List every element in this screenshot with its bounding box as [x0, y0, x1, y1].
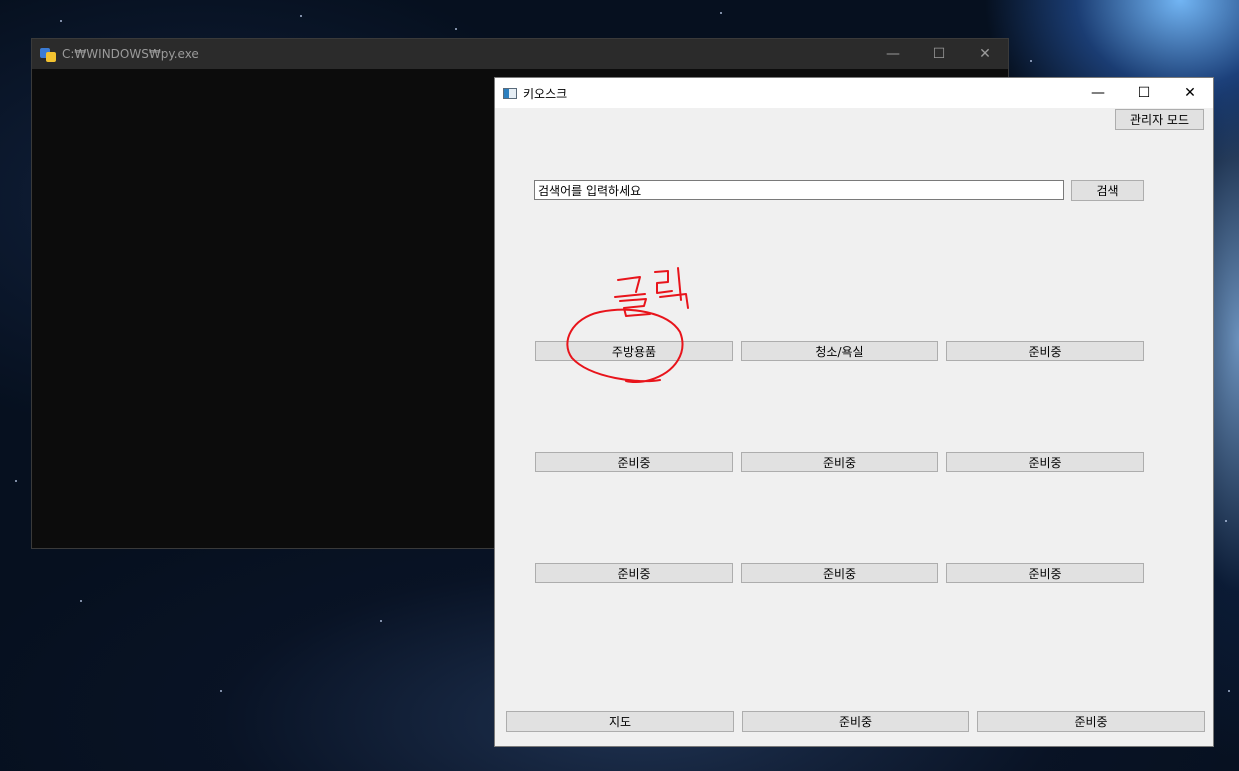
category-button-r1c3[interactable]: 준비중	[946, 341, 1144, 361]
category-button-r3c1[interactable]: 준비중	[535, 563, 733, 583]
admin-mode-button[interactable]: 관리자 모드	[1115, 109, 1204, 130]
category-button-kitchenware[interactable]: 주방용품	[535, 341, 733, 361]
console-close-button[interactable]: ✕	[962, 39, 1008, 69]
kiosk-minimize-button[interactable]: —	[1075, 78, 1121, 108]
python-launcher-icon	[40, 46, 56, 62]
search-button[interactable]: 검색	[1071, 180, 1144, 201]
bottom-button-3[interactable]: 준비중	[977, 711, 1205, 732]
kiosk-window: 키오스크 — ☐ ✕ 관리자 모드 검색 주방용품 청소/욕실 준비중 준비중 …	[494, 77, 1214, 747]
category-button-r3c3[interactable]: 준비중	[946, 563, 1144, 583]
kiosk-title: 키오스크	[523, 86, 568, 101]
kiosk-titlebar[interactable]: 키오스크 — ☐ ✕	[495, 78, 1213, 108]
category-button-r2c2[interactable]: 준비중	[741, 452, 938, 472]
bottom-button-2[interactable]: 준비중	[742, 711, 969, 732]
console-titlebar[interactable]: C:₩WINDOWS₩py.exe — ☐ ✕	[32, 39, 1008, 69]
category-button-r2c3[interactable]: 준비중	[946, 452, 1144, 472]
category-button-r2c1[interactable]: 준비중	[535, 452, 733, 472]
console-title: C:₩WINDOWS₩py.exe	[62, 47, 199, 61]
kiosk-close-button[interactable]: ✕	[1167, 78, 1213, 108]
tk-app-icon	[503, 87, 517, 99]
category-button-r3c2[interactable]: 준비중	[741, 563, 938, 583]
search-input[interactable]	[534, 180, 1064, 200]
console-minimize-button[interactable]: —	[870, 39, 916, 69]
category-button-cleaning-bath[interactable]: 청소/욕실	[741, 341, 938, 361]
kiosk-maximize-button[interactable]: ☐	[1121, 78, 1167, 108]
console-maximize-button[interactable]: ☐	[916, 39, 962, 69]
map-button[interactable]: 지도	[506, 711, 734, 732]
